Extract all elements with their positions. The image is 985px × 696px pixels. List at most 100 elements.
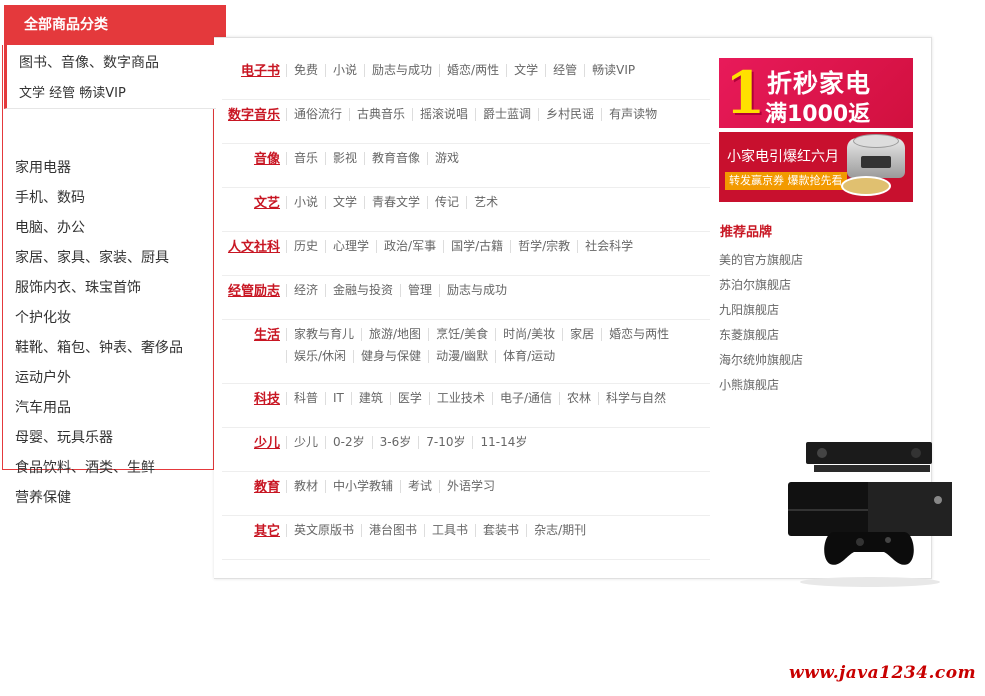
- subcategory-link[interactable]: 爵士蓝调: [475, 108, 538, 121]
- subcategory-link[interactable]: 畅读VIP: [584, 64, 642, 77]
- subcategory-link[interactable]: 动漫/幽默: [428, 350, 495, 363]
- subcategory-link[interactable]: 体育/运动: [495, 350, 562, 363]
- subcategory-link[interactable]: 医学: [389, 392, 429, 405]
- category-item[interactable]: 手机、数码: [15, 183, 183, 213]
- subcategory-link[interactable]: 考试: [400, 480, 439, 493]
- category-item[interactable]: 家居、家具、家装、厨具: [15, 243, 183, 273]
- category-item[interactable]: 汽车用品: [15, 393, 183, 423]
- subcategory-link[interactable]: 经济: [286, 284, 325, 297]
- subcategory-link[interactable]: 历史: [286, 240, 325, 253]
- subcategory-link[interactable]: 管理: [400, 284, 439, 297]
- subcategory-link[interactable]: 婚恋与两性: [601, 328, 676, 341]
- subcategory-link[interactable]: 摇滚说唱: [412, 108, 475, 121]
- subcategory-link[interactable]: 外语学习: [439, 480, 502, 493]
- subcategory-link[interactable]: 家居: [562, 328, 601, 341]
- subcategory-link[interactable]: 游戏: [427, 152, 466, 165]
- subcategory-link[interactable]: 古典音乐: [349, 108, 412, 121]
- subcategory-link[interactable]: 经管: [545, 64, 584, 77]
- subcategory-link[interactable]: 教材: [286, 480, 325, 493]
- xbox-console-image: [788, 442, 952, 587]
- subcategory-link[interactable]: 杂志/期刊: [526, 524, 593, 537]
- subcategory-title[interactable]: 生活: [222, 324, 280, 343]
- subcategory-link[interactable]: 小说: [286, 196, 325, 209]
- subcategory-link[interactable]: 港台图书: [361, 524, 424, 537]
- subcategory-link[interactable]: 健身与保健: [353, 350, 428, 363]
- subcategory-link[interactable]: 建筑: [350, 392, 390, 405]
- brand-link[interactable]: 小熊旗舰店: [719, 375, 803, 400]
- subcategory-link[interactable]: 艺术: [466, 196, 505, 209]
- subcategory-link[interactable]: 3-6岁: [371, 436, 419, 449]
- subcategory-link[interactable]: 中小学教辅: [325, 480, 400, 493]
- subcategory-link[interactable]: 11-14岁: [472, 436, 534, 449]
- subcategory-link[interactable]: 免费: [286, 64, 325, 77]
- subcategory-link[interactable]: 小说: [325, 64, 364, 77]
- subcategory-link[interactable]: 工具书: [424, 524, 475, 537]
- subcategory-link[interactable]: 国学/古籍: [443, 240, 510, 253]
- category-item-books-active[interactable]: 图书、音像、数字商品 文学 经管 畅读VIP: [4, 45, 216, 109]
- category-item[interactable]: 食品饮料、酒类、生鲜: [15, 453, 183, 483]
- subcategory-link[interactable]: 社会科学: [577, 240, 640, 253]
- subcategory-link[interactable]: 娱乐/休闲: [286, 350, 353, 363]
- subcategory-link[interactable]: 工业技术: [428, 392, 492, 405]
- subcategory-title[interactable]: 少儿: [222, 432, 280, 451]
- category-item-label[interactable]: 图书、音像、数字商品: [19, 52, 159, 72]
- subcategory-link[interactable]: 科学与自然: [598, 392, 673, 405]
- subcategory-link[interactable]: 励志与成功: [439, 284, 514, 297]
- category-item[interactable]: 运动户外: [15, 363, 183, 393]
- brand-link[interactable]: 美的官方旗舰店: [719, 250, 803, 275]
- subcategory-link[interactable]: 旅游/地图: [361, 328, 428, 341]
- subcategory-link[interactable]: 励志与成功: [364, 64, 439, 77]
- subcategory-link[interactable]: IT: [325, 392, 351, 405]
- subcategory-link[interactable]: 少儿: [286, 436, 325, 449]
- promo-banner-appliances[interactable]: 1 折秒家电 满1000返1000: [719, 58, 913, 128]
- category-item[interactable]: 个护化妆: [15, 303, 183, 333]
- subcategory-link[interactable]: 青春文学: [364, 196, 427, 209]
- subcategory-link[interactable]: 文学: [506, 64, 545, 77]
- subcategory-title[interactable]: 人文社科: [222, 236, 280, 255]
- subcategory-title[interactable]: 科技: [222, 388, 280, 407]
- subcategory-link[interactable]: 有声读物: [601, 108, 664, 121]
- subcategory-title[interactable]: 教育: [222, 476, 280, 495]
- subcategory-link[interactable]: 农林: [558, 392, 598, 405]
- promo-banner-small-appliances[interactable]: 小家电引爆红六月 转发赢京券 爆款抢先看: [719, 132, 913, 202]
- brand-link[interactable]: 东菱旗舰店: [719, 325, 803, 350]
- category-item[interactable]: 鞋靴、箱包、钟表、奢侈品: [15, 333, 183, 363]
- subcategory-link[interactable]: 科普: [286, 392, 325, 405]
- category-item-sublinks[interactable]: 文学 经管 畅读VIP: [19, 82, 126, 101]
- subcategory-title[interactable]: 其它: [222, 520, 280, 539]
- category-item[interactable]: 营养保健: [15, 483, 183, 513]
- subcategory-link[interactable]: 时尚/美妆: [495, 328, 562, 341]
- brand-link[interactable]: 海尔统帅旗舰店: [719, 350, 803, 375]
- subcategory-link[interactable]: 0-2岁: [325, 436, 372, 449]
- subcategory-title[interactable]: 数字音乐: [222, 104, 280, 123]
- subcategory-link[interactable]: 烹饪/美食: [428, 328, 495, 341]
- subcategory-link[interactable]: 电子/通信: [491, 392, 559, 405]
- subcategory-link[interactable]: 传记: [427, 196, 466, 209]
- category-item[interactable]: 家用电器: [15, 153, 183, 183]
- subcategory-link[interactable]: 婚恋/两性: [439, 64, 506, 77]
- brand-link[interactable]: 九阳旗舰店: [719, 300, 803, 325]
- subcategory-link[interactable]: 英文原版书: [286, 524, 361, 537]
- subcategory-link[interactable]: 7-10岁: [418, 436, 472, 449]
- subcategory-link[interactable]: 哲学/宗教: [510, 240, 577, 253]
- subcategory-link[interactable]: 音乐: [286, 152, 325, 165]
- subcategory-link[interactable]: 金融与投资: [325, 284, 400, 297]
- subcategory-title[interactable]: 文艺: [222, 192, 280, 211]
- subcategory-link[interactable]: 乡村民谣: [538, 108, 601, 121]
- subcategory-title[interactable]: 经管励志: [222, 280, 280, 299]
- subcategory-link[interactable]: 套装书: [475, 524, 526, 537]
- subcategory-link[interactable]: 教育音像: [364, 152, 427, 165]
- category-item[interactable]: 母婴、玩具乐器: [15, 423, 183, 453]
- subcategory-link[interactable]: 政治/军事: [376, 240, 443, 253]
- subcategory-link[interactable]: 文学: [325, 196, 364, 209]
- brand-link[interactable]: 苏泊尔旗舰店: [719, 275, 803, 300]
- category-item[interactable]: 服饰内衣、珠宝首饰: [15, 273, 183, 303]
- subcategory-link[interactable]: 心理学: [325, 240, 376, 253]
- all-categories-header[interactable]: 全部商品分类: [4, 5, 226, 45]
- subcategory-link[interactable]: 家教与育儿: [286, 328, 361, 341]
- category-item[interactable]: 电脑、办公: [15, 213, 183, 243]
- subcategory-link[interactable]: 通俗流行: [286, 108, 349, 121]
- subcategory-title[interactable]: 音像: [222, 148, 280, 167]
- subcategory-link[interactable]: 影视: [325, 152, 364, 165]
- subcategory-title[interactable]: 电子书: [222, 60, 280, 79]
